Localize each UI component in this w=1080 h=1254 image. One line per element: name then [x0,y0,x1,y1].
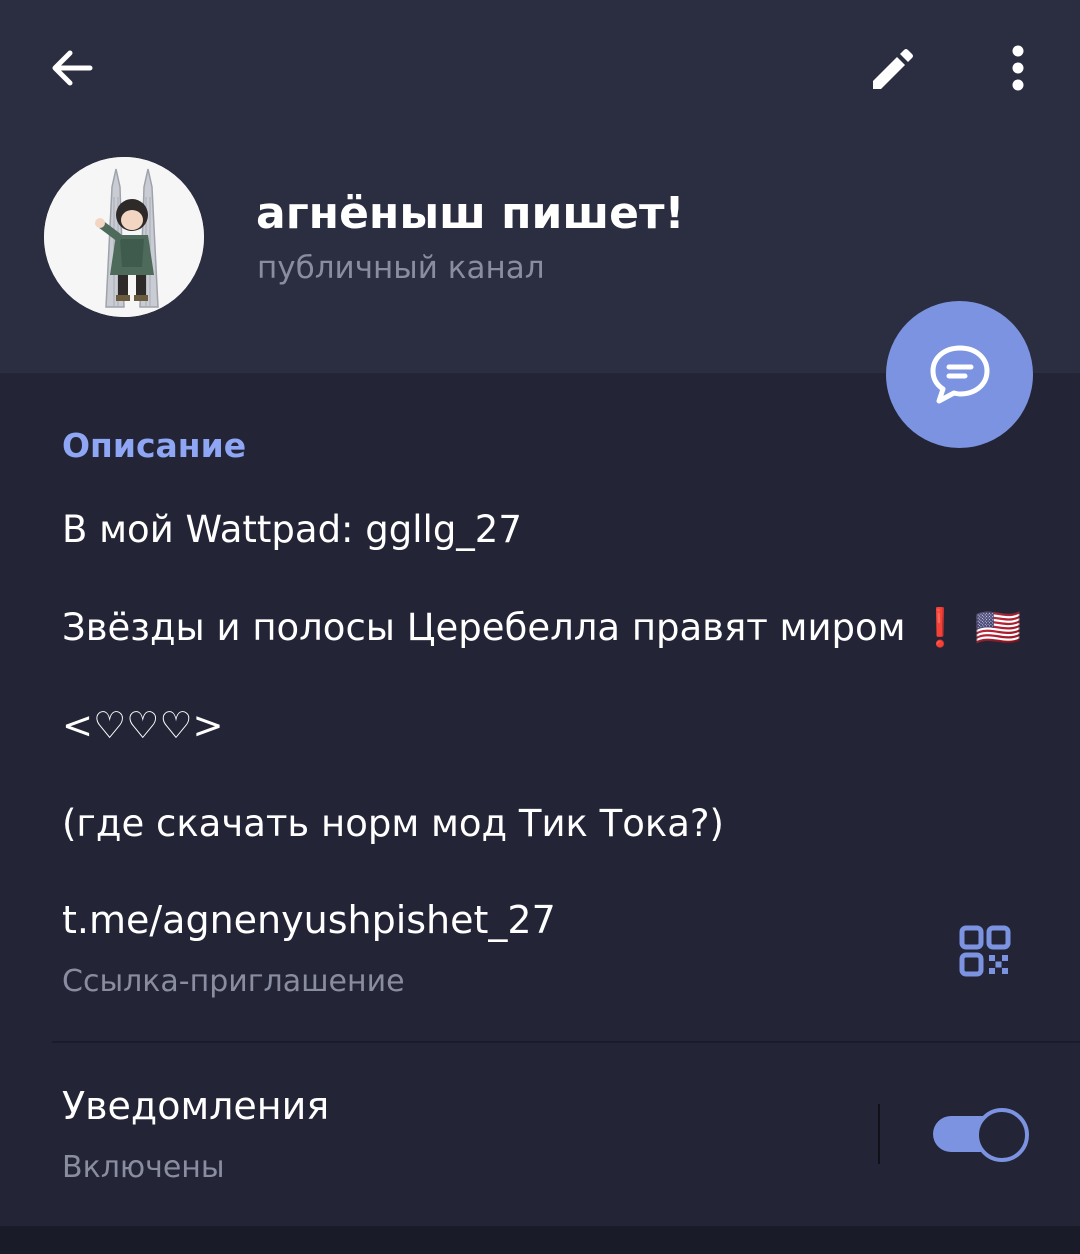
pencil-icon [873,49,913,89]
qr-code-button[interactable] [952,918,1018,984]
toggle-separator [878,1104,880,1164]
section-divider [52,1041,1080,1043]
qr-code-icon [959,925,1011,977]
description-section-label: Описание [62,426,247,465]
channel-title: агнёныш пишет! [256,188,685,239]
bottom-section-edge [0,1226,1080,1254]
back-button[interactable] [32,28,112,108]
channel-avatar[interactable] [44,157,204,317]
notifications-status: Включены [62,1150,225,1185]
more-options-button[interactable] [978,28,1058,108]
more-vertical-icon [1012,45,1024,91]
chat-bubble-icon [930,345,989,403]
description-line: В мой Wattpad: ggllg_27 [62,508,522,551]
edit-button[interactable] [852,30,932,110]
invite-link-caption: Ссылка-приглашение [62,964,405,999]
channel-info-screen: агнёныш пишет! публичный канал Описание … [0,0,1080,1254]
arrow-left-icon [52,50,93,86]
toggle-knob [975,1108,1029,1162]
channel-type-label: публичный канал [257,250,545,286]
notifications-label[interactable]: Уведомления [62,1084,329,1128]
description-line: (где скачать норм мод Тик Тока?) [62,802,724,845]
invite-link[interactable]: t.me/agnenyushpishet_27 [62,898,556,942]
discussion-fab-button[interactable] [886,301,1033,448]
description-line: Звёзды и полосы Церебелла правят миром ❗… [62,606,1022,649]
avatar-image [44,157,204,317]
notifications-toggle[interactable] [933,1108,1029,1162]
description-line: <♡♡♡> [62,704,224,747]
